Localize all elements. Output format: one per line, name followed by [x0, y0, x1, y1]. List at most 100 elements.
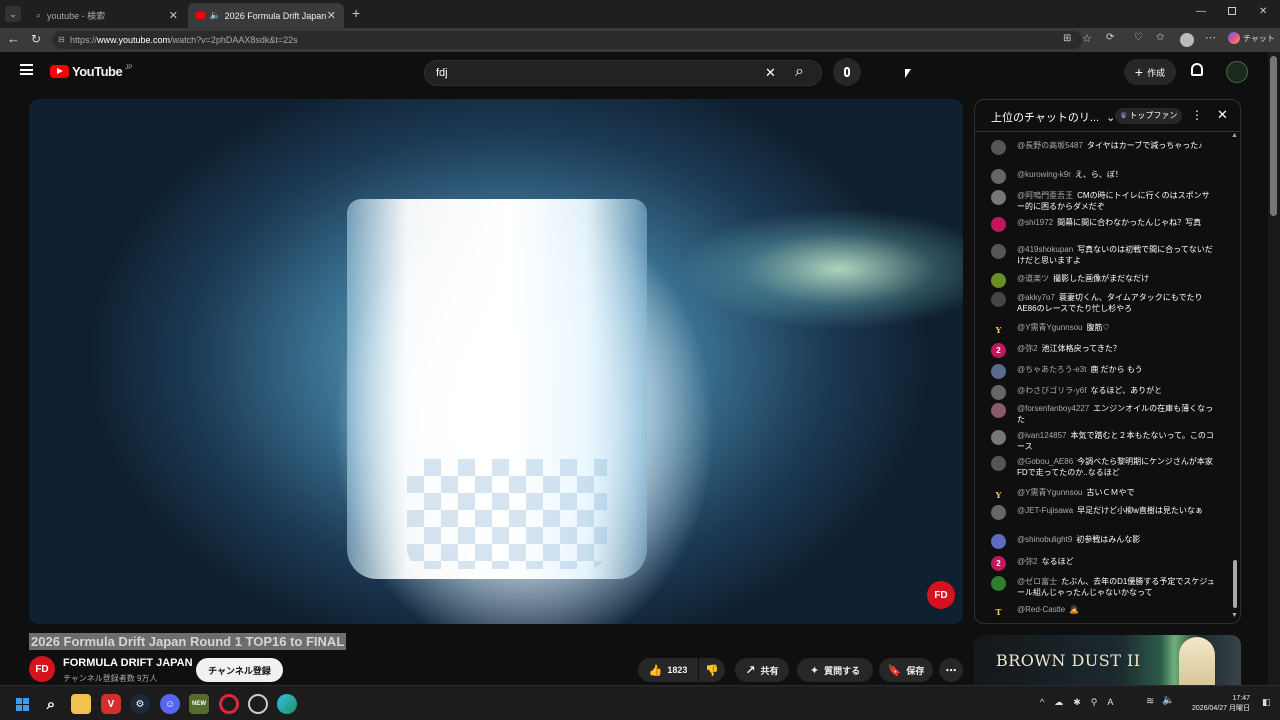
copilot-button[interactable]: チャット [1228, 32, 1275, 44]
chat-author-name[interactable]: @道楽ツ [1017, 274, 1049, 283]
taskbar-clock[interactable]: 17:47 2026/04/27 月曜日 [1192, 694, 1250, 714]
close-window-icon[interactable]: ✕ [1259, 6, 1267, 17]
chat-author-avatar[interactable] [991, 505, 1006, 520]
tab-youtube-search[interactable]: ⌕ youtube - 検索 ✕ [28, 3, 186, 28]
volume-icon[interactable]: 🔈 [1162, 695, 1174, 706]
speaker-icon[interactable]: 🔈 [209, 10, 220, 21]
chat-author-avatar[interactable] [991, 169, 1006, 184]
chat-mode-dropdown[interactable]: 上位のチャットのリ... ⌄ [991, 109, 1115, 125]
chat-author-name[interactable]: @shi1972 [1017, 218, 1053, 227]
voice-search-button[interactable] [833, 58, 861, 86]
chat-author-avatar[interactable] [991, 140, 1006, 155]
file-explorer-icon[interactable] [71, 694, 91, 714]
chat-author-avatar[interactable]: Y [991, 487, 1006, 502]
chat-author-name[interactable]: @弥2 [1017, 344, 1038, 353]
chat-author-avatar[interactable] [991, 576, 1006, 591]
scroll-down-icon[interactable]: ▼ [1231, 612, 1238, 619]
edge-icon[interactable] [277, 694, 297, 714]
chat-author-avatar[interactable]: T [991, 604, 1006, 619]
notification-center-icon[interactable]: ◧ [1262, 697, 1271, 708]
close-chat-icon[interactable]: ✕ [1217, 107, 1228, 123]
browser-essentials-icon[interactable]: ♡ [1134, 32, 1143, 43]
chat-author-name[interactable]: @Red-Castle [1017, 605, 1065, 614]
clear-search-icon[interactable]: ✕ [765, 61, 776, 85]
chat-author-avatar[interactable] [991, 244, 1006, 259]
channel-avatar[interactable]: FD [29, 656, 55, 682]
chat-author-name[interactable]: @shinobulight9 [1017, 535, 1072, 544]
chat-author-avatar[interactable] [991, 385, 1006, 400]
channel-name[interactable]: FORMULA DRIFT JAPAN [63, 657, 193, 669]
vivaldi-icon[interactable]: V [101, 694, 121, 714]
chat-author-name[interactable]: @forsenfanboy4227 [1017, 404, 1089, 413]
chat-author-name[interactable]: @ivan124857 [1017, 431, 1067, 440]
video-player[interactable]: FD [29, 99, 963, 624]
chat-author-avatar[interactable] [991, 534, 1006, 549]
chat-author-avatar[interactable] [991, 273, 1006, 288]
favorite-star-icon[interactable]: ☆ [1082, 32, 1092, 45]
chat-author-avatar[interactable] [991, 292, 1006, 307]
chat-author-avatar[interactable]: 2 [991, 343, 1006, 358]
chat-author-avatar[interactable] [991, 456, 1006, 471]
search-input[interactable]: fdj ✕ ⌕ [424, 60, 822, 86]
game-app-icon[interactable]: NEW [189, 694, 209, 714]
chat-author-avatar[interactable]: 2 [991, 556, 1006, 571]
chat-author-name[interactable]: @Y需青Ygunnsou [1017, 323, 1083, 332]
youtube-logo[interactable]: YouTube JP [50, 64, 132, 79]
chat-author-name[interactable]: @JET-Fujisawa [1017, 506, 1073, 515]
notifications-bell-icon[interactable] [1191, 63, 1203, 76]
more-actions-button[interactable]: ⋯ [939, 658, 963, 682]
dislike-button[interactable]: 👎 [699, 658, 725, 682]
chat-scrollbar[interactable] [1233, 560, 1237, 608]
chat-menu-icon[interactable]: ⋮ [1191, 108, 1203, 122]
close-tab-icon[interactable]: ✕ [169, 9, 178, 22]
chat-author-avatar[interactable]: Y [991, 322, 1006, 337]
chat-author-name[interactable]: @長野の高坂5487 [1017, 141, 1083, 150]
ask-button[interactable]: ✦ 質問する [797, 658, 873, 682]
chat-author-avatar[interactable] [991, 403, 1006, 418]
chat-author-name[interactable]: @419shokupan [1017, 245, 1073, 254]
close-tab-icon[interactable]: ✕ [327, 9, 336, 22]
chat-author-name[interactable]: @Y需青Ygunnsou [1017, 488, 1083, 497]
site-info-icon[interactable]: ⊟ [58, 31, 65, 49]
chat-author-name[interactable]: @阿嗚門亜吾王 [1017, 191, 1073, 200]
chat-author-name[interactable]: @akky7o7 [1017, 293, 1055, 302]
chat-author-name[interactable]: @ゼロ富士 [1017, 577, 1057, 586]
system-tray-icons[interactable]: ^☁✱⚲A [1040, 697, 1123, 708]
share-button[interactable]: ↗ 共有 [735, 658, 789, 682]
chat-author-avatar[interactable] [991, 217, 1006, 232]
steam-icon[interactable]: ⚙ [130, 694, 150, 714]
tab-list-button[interactable]: ⌄ [5, 6, 21, 22]
chat-author-name[interactable]: @わさびゴリラ-y6f [1017, 386, 1086, 395]
more-menu-icon[interactable]: ⋯ [1205, 31, 1216, 44]
account-avatar[interactable] [1226, 61, 1248, 83]
minimize-icon[interactable]: — [1196, 6, 1206, 17]
tab-video[interactable]: 🔈 2026 Formula Drift Japan Rou ✕ [188, 3, 344, 28]
channel-watermark[interactable]: FD [927, 581, 955, 609]
chat-author-avatar[interactable] [991, 364, 1006, 379]
search-icon[interactable]: ⌕ [795, 60, 804, 84]
like-button[interactable]: 👍 1823 [638, 658, 698, 682]
scroll-up-icon[interactable]: ▲ [1231, 132, 1238, 139]
chat-author-avatar[interactable] [991, 190, 1006, 205]
new-tab-button[interactable]: + [352, 5, 360, 21]
chat-author-name[interactable]: @Gobou_AE86 [1017, 457, 1073, 466]
chat-author-name[interactable]: @ちゃあたろう-e3t [1017, 365, 1086, 374]
chat-author-name[interactable]: @弥2 [1017, 557, 1038, 566]
create-button[interactable]: + 作成 [1124, 59, 1176, 85]
windows-start-icon[interactable] [12, 694, 32, 714]
page-scrollbar-thumb[interactable] [1270, 56, 1277, 216]
search-icon[interactable]: ⌕ [41, 694, 61, 714]
opera-gx-icon[interactable] [219, 694, 239, 714]
app-icon[interactable] [248, 694, 268, 714]
chat-author-avatar[interactable] [991, 430, 1006, 445]
top-fan-chip[interactable]: ♛ トップファン [1115, 108, 1183, 124]
save-button[interactable]: 🔖 保存 [879, 658, 933, 682]
subscribe-button[interactable]: チャンネル登録 [196, 658, 283, 682]
discord-icon[interactable]: ☺ [160, 694, 180, 714]
chat-author-name[interactable]: @kurowing-k9r [1017, 170, 1071, 179]
address-field[interactable]: ⊟ https://www.youtube.com/watch?v=2phDAA… [52, 31, 1082, 49]
profile-avatar[interactable] [1180, 33, 1194, 47]
restore-icon[interactable] [1228, 7, 1236, 15]
hamburger-menu-icon[interactable] [20, 64, 33, 75]
back-icon[interactable]: ← [7, 31, 20, 46]
